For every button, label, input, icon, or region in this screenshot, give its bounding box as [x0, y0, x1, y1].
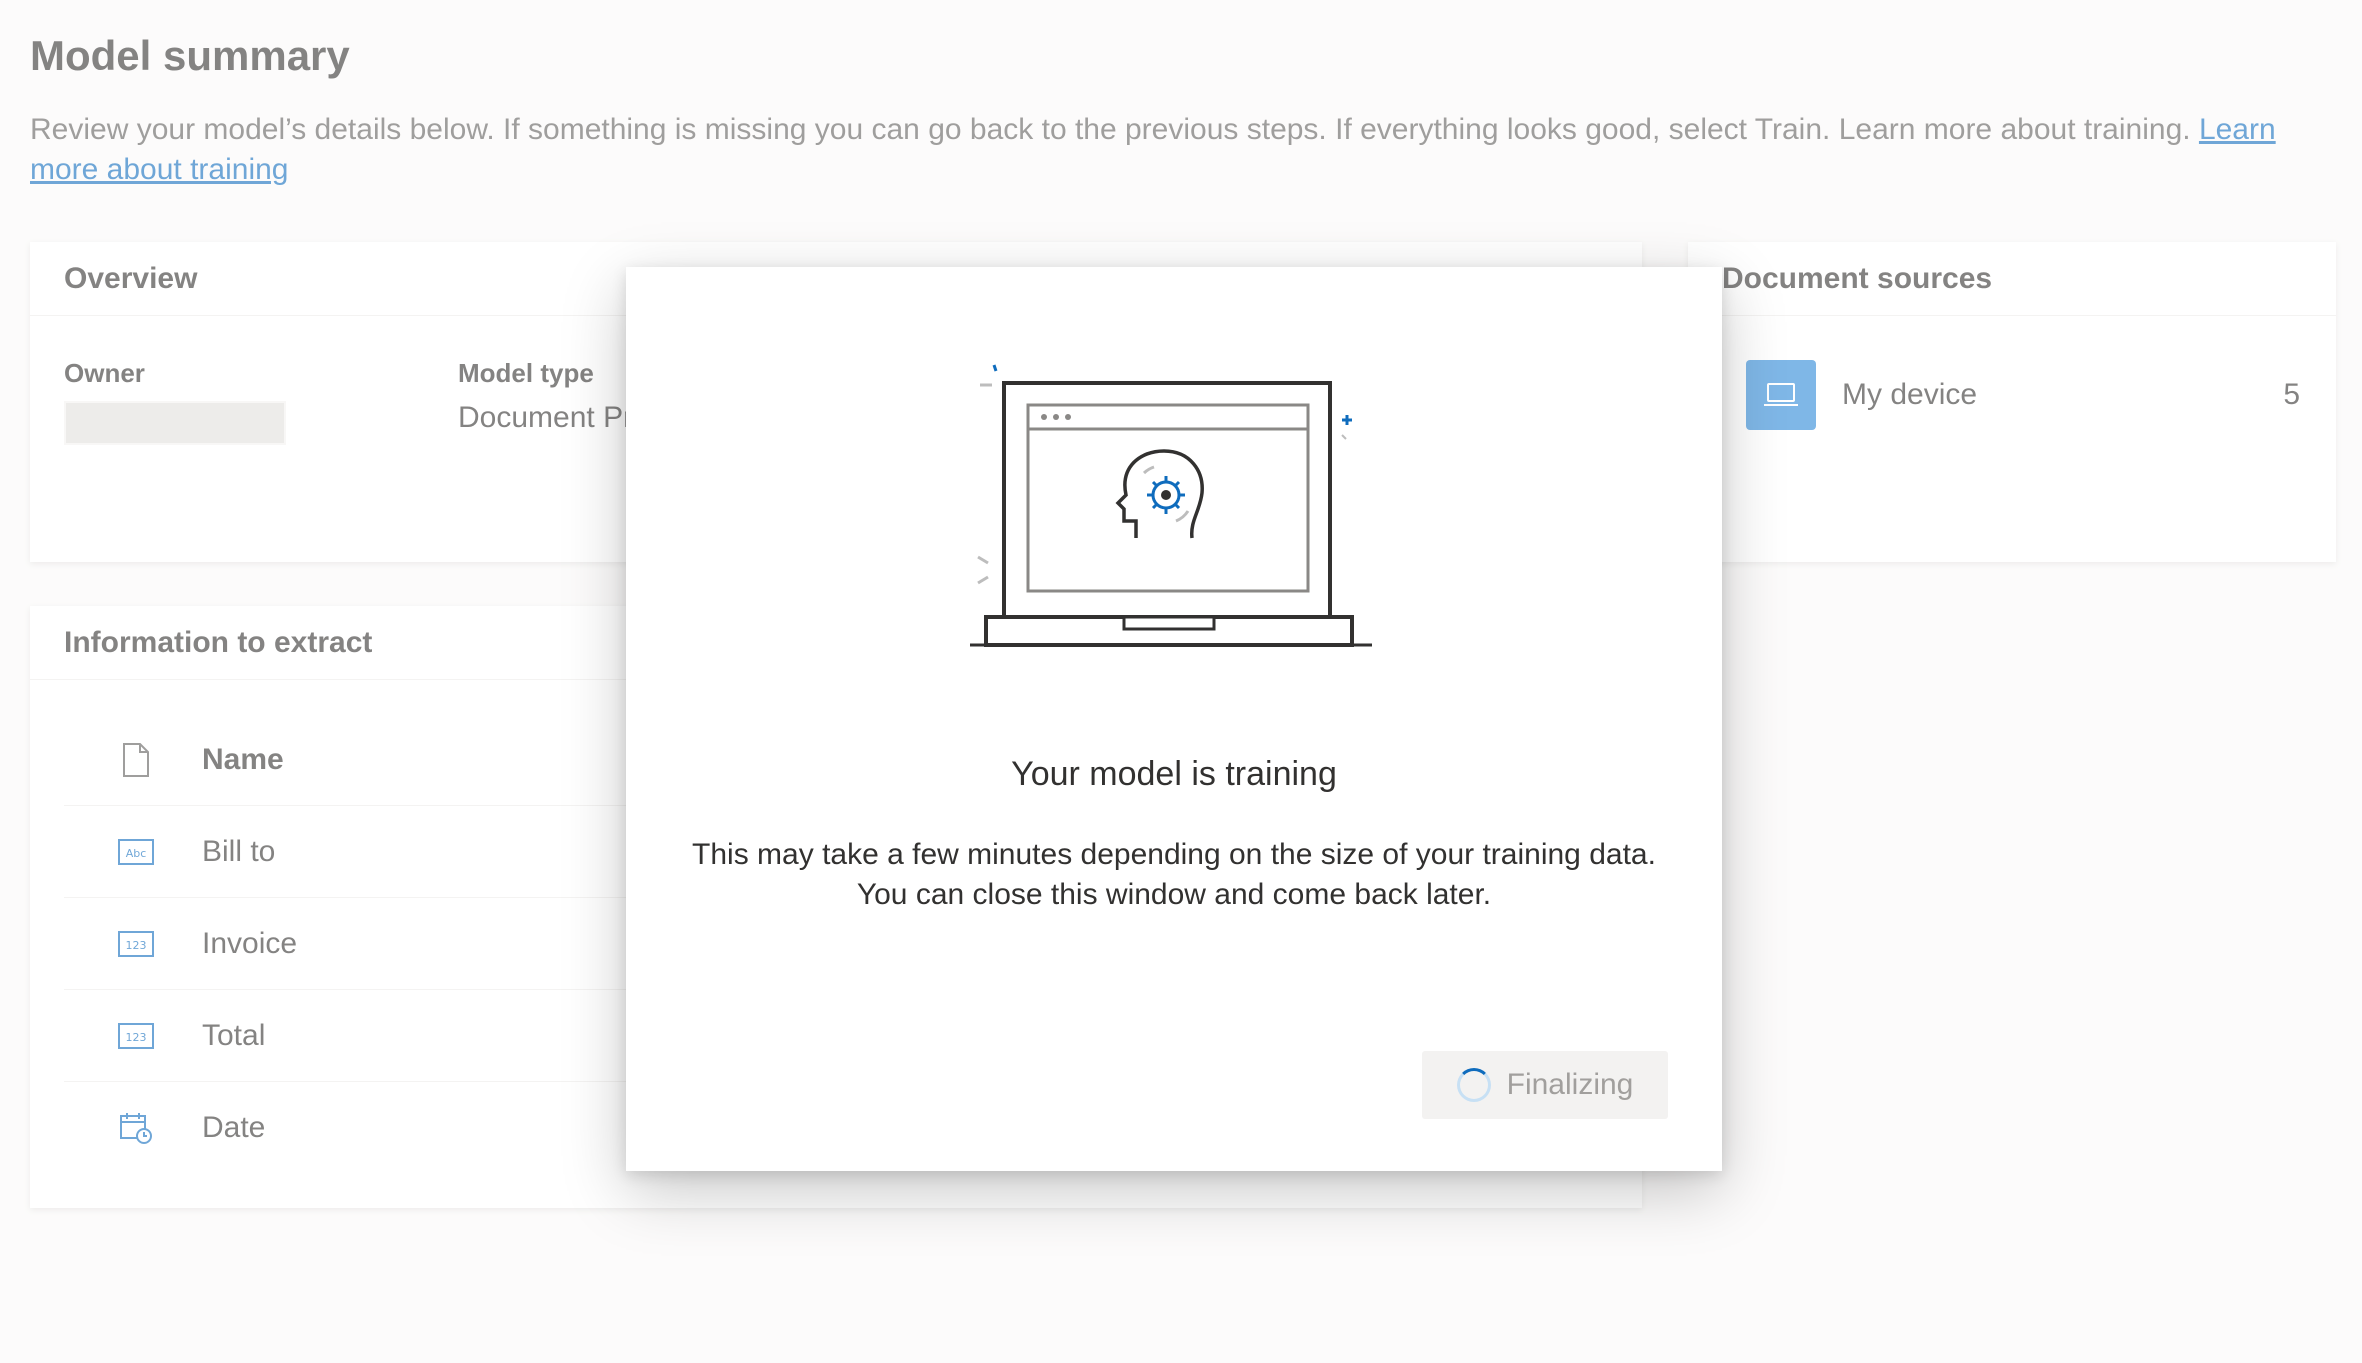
dialog-title: Your model is training [1011, 755, 1337, 793]
model-summary-page: Model summary Review your model’s detail… [0, 0, 2362, 1363]
finalizing-button[interactable]: Finalizing [1422, 1051, 1668, 1119]
spinner-icon [1456, 1068, 1491, 1102]
dialog-body-line-1: This may take a few minutes depending on… [692, 838, 1656, 871]
laptop-brain-gear-icon [970, 364, 1372, 647]
dialog-body: This may take a few minutes depending on… [666, 835, 1682, 915]
finalizing-button-label: Finalizing [1506, 1068, 1634, 1101]
training-dialog: Your model is training This may take a f… [626, 267, 1722, 1171]
dialog-body-line-2: You can close this window and come back … [856, 878, 1492, 911]
